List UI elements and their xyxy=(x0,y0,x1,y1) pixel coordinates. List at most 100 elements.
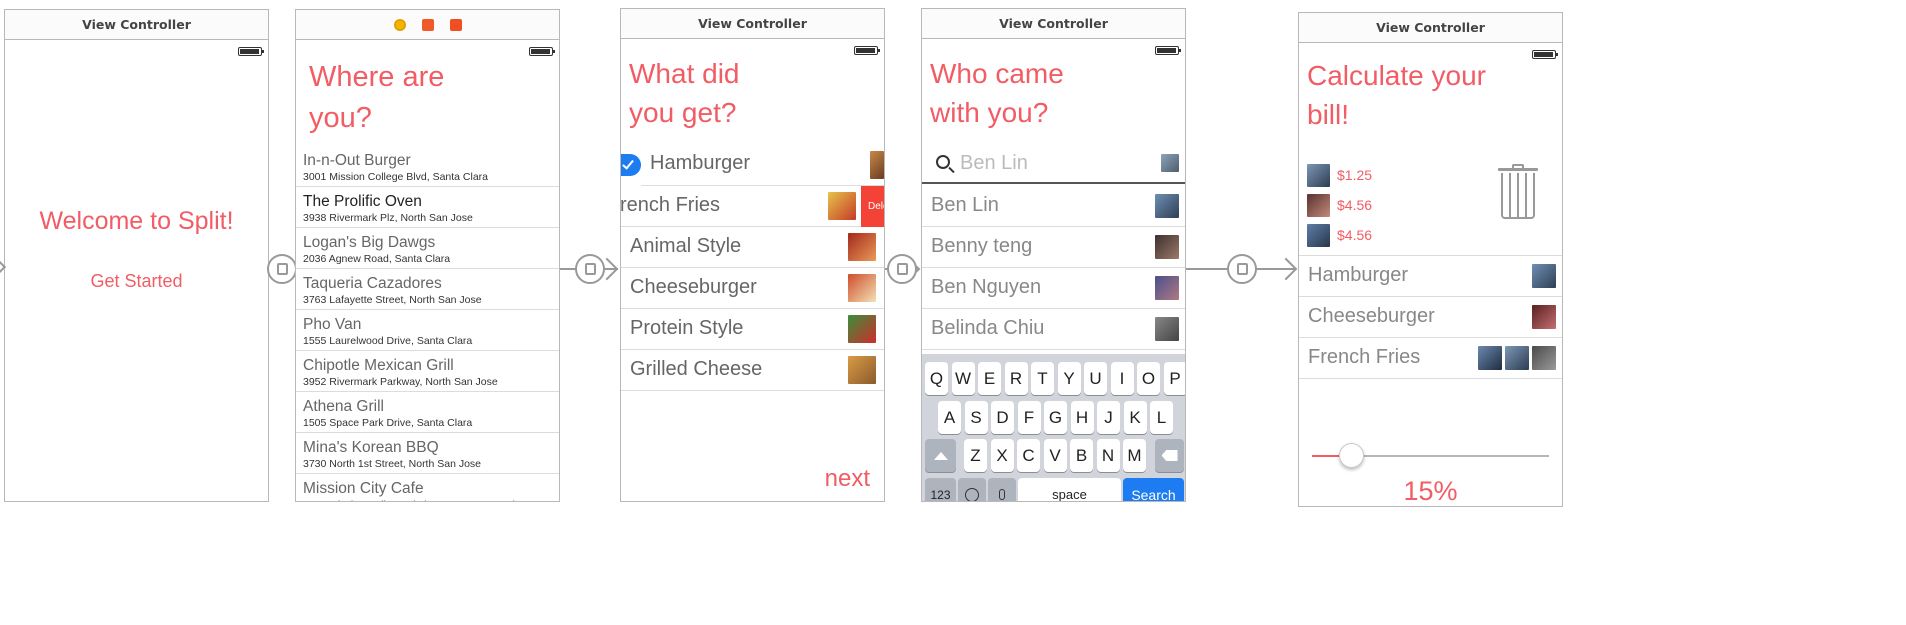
list-item[interactable]: Grilled Cheese xyxy=(621,350,884,391)
place-row[interactable]: Mission City Cafe 2250 Mission College Bl… xyxy=(296,474,559,501)
next-button[interactable]: next xyxy=(825,465,870,493)
place-name: Chipotle Mexican Grill xyxy=(303,357,454,374)
key-y[interactable]: Y xyxy=(1057,362,1081,395)
search-key[interactable]: Search xyxy=(1123,478,1184,501)
list-item[interactable]: Protein Style xyxy=(621,309,884,350)
segue-arrow-icon xyxy=(1274,257,1298,281)
backspace-key[interactable] xyxy=(1155,439,1184,472)
space-key[interactable]: space xyxy=(1018,478,1121,501)
key-p[interactable]: P xyxy=(1163,362,1185,395)
key-m[interactable]: M xyxy=(1123,439,1146,472)
bill-item-row[interactable]: Hamburger xyxy=(1299,256,1562,297)
key-x[interactable]: X xyxy=(990,439,1014,472)
key-f[interactable]: F xyxy=(1017,401,1041,434)
key-j[interactable]: J xyxy=(1097,401,1120,434)
place-row[interactable]: Logan's Big Dawgs 2036 Agnew Road, Santa … xyxy=(296,228,559,269)
place-row[interactable]: Athena Grill 1505 Space Park Drive, Santa… xyxy=(296,392,559,433)
key-o[interactable]: O xyxy=(1137,362,1160,395)
key-a[interactable]: A xyxy=(938,401,961,434)
key-k[interactable]: K xyxy=(1123,401,1147,434)
tip-slider[interactable] xyxy=(1312,442,1549,470)
avatar xyxy=(1155,235,1179,259)
search-field[interactable]: Ben Lin xyxy=(922,144,1185,184)
title-line: you get? xyxy=(629,97,737,129)
segue-icon[interactable] xyxy=(1227,254,1257,284)
key-g[interactable]: G xyxy=(1044,401,1067,434)
battery-icon xyxy=(529,47,555,56)
scene-where: Where are you? In-n-Out Burger 3001 Missi… xyxy=(295,9,560,502)
page-title: Where are you? xyxy=(309,57,444,138)
avatar xyxy=(1505,346,1529,370)
item-name: Cheeseburger xyxy=(630,276,757,298)
globe-key[interactable] xyxy=(958,478,986,501)
place-row[interactable]: Chipotle Mexican Grill 3952 Rivermark Par… xyxy=(296,351,559,392)
key-w[interactable]: W xyxy=(951,362,975,395)
key-z[interactable]: Z xyxy=(964,439,987,472)
avatar xyxy=(1307,224,1330,247)
segue-icon[interactable] xyxy=(575,254,605,284)
place-row[interactable]: In-n-Out Burger 3001 Mission College Blvd… xyxy=(296,146,559,187)
key-q[interactable]: Q xyxy=(925,362,948,395)
place-address: 3001 Mission College Blvd, Santa Clara xyxy=(303,171,489,183)
place-name: Logan's Big Dawgs xyxy=(303,234,436,251)
numbers-key[interactable]: 123 xyxy=(925,478,956,501)
slider-thumb[interactable] xyxy=(1339,443,1364,468)
avatar xyxy=(1161,154,1179,172)
trash-icon[interactable] xyxy=(1498,164,1538,220)
screen: Where are you? In-n-Out Burger 3001 Missi… xyxy=(296,41,559,501)
list-item[interactable]: Cheeseburger xyxy=(621,268,884,309)
key-d[interactable]: D xyxy=(991,401,1014,434)
amount-value: $1.25 xyxy=(1337,167,1373,183)
key-l[interactable]: L xyxy=(1150,401,1173,434)
bill-item-row[interactable]: Cheeseburger xyxy=(1299,297,1562,338)
shift-key[interactable] xyxy=(925,439,956,472)
person-name: Ben Nguyen xyxy=(931,276,1042,298)
place-name: Mina's Korean BBQ xyxy=(303,439,439,456)
place-address: 2250 Mission College Blvd, Ste 220, Sant… xyxy=(303,499,530,501)
key-r[interactable]: R xyxy=(1004,362,1028,395)
backspace-icon xyxy=(1161,450,1178,461)
get-started-button[interactable]: Get Started xyxy=(5,271,268,292)
place-row[interactable]: Taqueria Cazadores 3763 Lafayette Street,… xyxy=(296,269,559,310)
segue-icon[interactable] xyxy=(267,254,297,284)
trash-body xyxy=(1501,173,1535,219)
first-responder-icon[interactable] xyxy=(393,18,406,31)
segue-icon[interactable] xyxy=(887,254,917,284)
list-item[interactable]: Hamburger xyxy=(621,144,884,186)
person-row[interactable]: Ben Nguyen xyxy=(922,268,1185,309)
key-e[interactable]: E xyxy=(978,362,1001,395)
place-row[interactable]: Mina's Korean BBQ 3730 North 1st Street, … xyxy=(296,433,559,474)
bill-item-name: Cheeseburger xyxy=(1308,305,1435,327)
mic-key[interactable] xyxy=(988,478,1016,501)
person-row[interactable]: Benny teng xyxy=(922,227,1185,268)
key-n[interactable]: N xyxy=(1096,439,1120,472)
key-i[interactable]: I xyxy=(1110,362,1134,395)
battery-icon xyxy=(854,46,880,55)
scene-dock xyxy=(296,10,559,40)
key-u[interactable]: U xyxy=(1084,362,1107,395)
key-b[interactable]: B xyxy=(1070,439,1093,472)
person-row[interactable]: Belinda Chiu xyxy=(922,309,1185,350)
list-item[interactable]: rench Fries Dele xyxy=(621,186,884,227)
place-name: In-n-Out Burger xyxy=(303,152,411,169)
exit-icon[interactable] xyxy=(449,18,462,31)
list-item[interactable]: Animal Style xyxy=(621,227,884,268)
title-line: Who came xyxy=(930,58,1064,89)
key-c[interactable]: C xyxy=(1017,439,1040,472)
delete-button[interactable]: Dele xyxy=(861,186,884,227)
bill-item-row[interactable]: French Fries xyxy=(1299,338,1562,379)
cube-icon[interactable] xyxy=(421,18,434,31)
screen: Who came with you? Ben Lin Ben Lin Benny … xyxy=(922,40,1185,501)
search-input[interactable]: Ben Lin xyxy=(960,152,1028,175)
place-row[interactable]: The Prolific Oven 3938 Rivermark Plz, Nor… xyxy=(296,187,559,228)
key-v[interactable]: V xyxy=(1043,439,1067,472)
avatar xyxy=(1307,164,1330,187)
key-s[interactable]: S xyxy=(964,401,988,434)
person-row[interactable]: Ben Lin xyxy=(922,186,1185,227)
place-address: 2036 Agnew Road, Santa Clara xyxy=(303,253,451,265)
place-row[interactable]: Pho Van 1555 Laurelwood Drive, Santa Clar… xyxy=(296,310,559,351)
key-t[interactable]: T xyxy=(1031,362,1054,395)
page-title: Calculate your bill! xyxy=(1307,56,1486,134)
item-name: Animal Style xyxy=(630,235,742,257)
key-h[interactable]: H xyxy=(1070,401,1094,434)
